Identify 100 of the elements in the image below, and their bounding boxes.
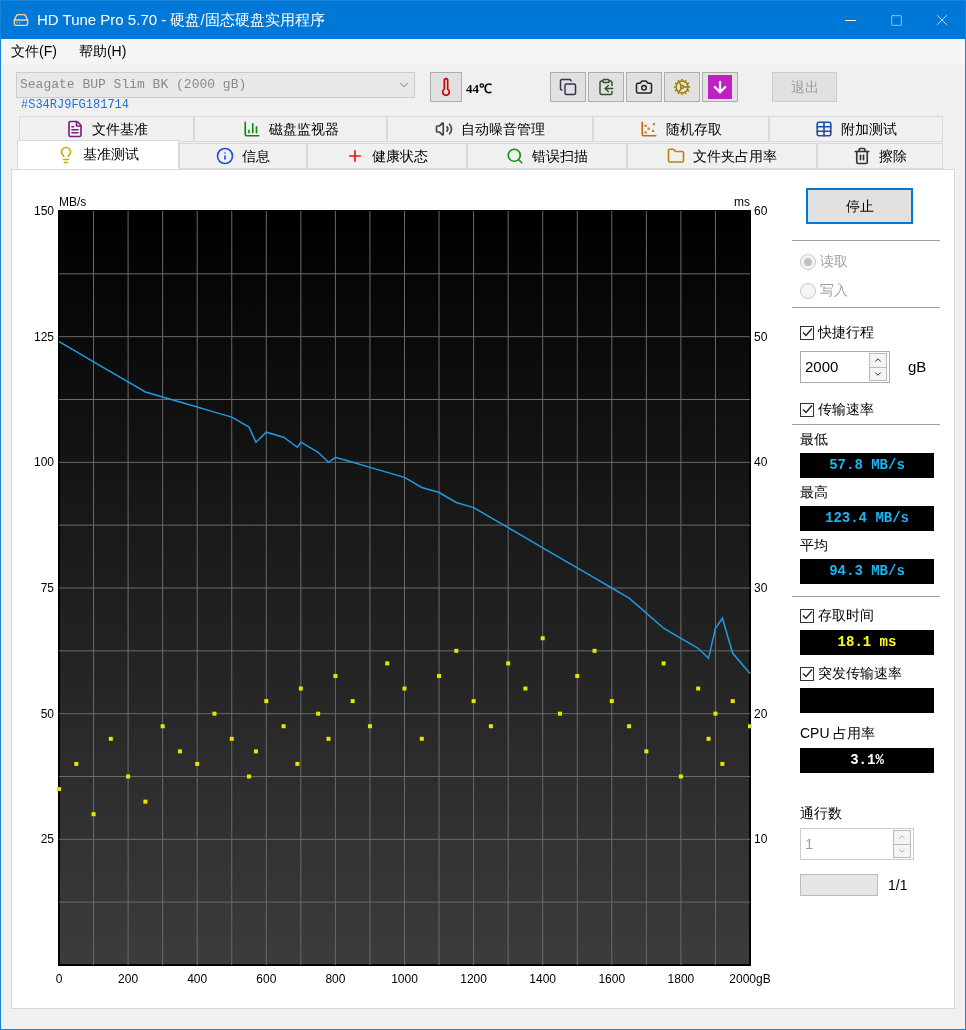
tab[interactable]: 健康状态 [307,143,467,169]
access-time-point [212,711,217,716]
access-time-point [298,686,303,691]
temperature-reading: 44℃ [466,80,492,98]
access-time-point [264,699,269,704]
access-time-point [506,661,511,666]
radio-button[interactable] [800,282,816,299]
gear-icon [673,78,691,96]
tab[interactable]: 信息 [179,143,307,169]
axis-label: 30 [754,581,768,595]
access-time-point [678,774,683,779]
maximize-icon [889,13,903,27]
checkbox[interactable] [800,666,814,681]
access-time-point [385,661,390,666]
checkbox-label: 突发传输速率 [818,664,902,683]
temperature-button[interactable] [430,72,462,102]
access-time-point [713,711,718,716]
access-time-point [720,761,725,766]
readout-label: 最低 [800,430,829,449]
axis-label: 50 [754,329,768,344]
access-time-point [454,648,459,653]
axis-label: 60 [754,204,768,218]
camera-icon [635,78,653,96]
unit-label: gB [908,356,927,377]
axis-label: 1000 [391,972,418,986]
readout-label: 最高 [800,483,829,502]
toolbar-button[interactable] [626,72,662,102]
access-time-point [523,686,528,691]
axis-label: 1200 [460,972,487,986]
clipboard-icon [597,78,615,96]
axis-label: 100 [33,455,54,470]
access-time-point [644,749,649,754]
toolbar-button[interactable] [550,72,586,102]
serial-number: #S34RJ9FG181714 [20,98,131,112]
tab[interactable]: 文件基准 [19,116,194,142]
checkbox-label: 传输速率 [818,400,874,419]
axis-label: 1400 [529,972,557,986]
scatter-icon [640,120,658,138]
checkbox[interactable] [800,402,814,417]
progress-count: 1/1 [888,875,908,895]
menu-item[interactable]: 帮助(H) [78,41,127,62]
radio-button[interactable] [800,253,816,270]
axis-label: 20 [754,706,768,721]
radio-label: 读取 [820,252,848,271]
axis-unit: ms [734,195,750,209]
tab[interactable]: 基准测试 [17,140,179,169]
axis-label: 200 [118,972,139,986]
readout-label: CPU 占用率 [800,724,877,743]
axis-unit: gB [756,972,771,986]
access-time-point [627,724,632,729]
axis-label: 25 [40,832,54,847]
info-icon [216,147,234,165]
access-time-point [160,724,165,729]
tab[interactable]: 磁盘监视器 [194,116,387,142]
tab[interactable]: 附加测试 [769,116,943,142]
stop-button[interactable]: 停止 [806,188,913,224]
checkbox[interactable] [800,608,814,623]
access-time-point [195,761,200,766]
axis-label: 800 [325,972,346,986]
app-icon [13,12,29,28]
checkbox-label: 存取时间 [818,606,874,625]
access-time-point [143,799,148,804]
magnifier-icon [506,147,524,165]
copy-icon [559,78,577,96]
access-time-point [126,774,131,779]
readout-display: 18.1 ms [800,630,934,655]
access-time-point [177,749,182,754]
access-time-point [488,724,493,729]
tab[interactable]: 自动噪音管理 [387,116,593,142]
tab[interactable]: 错误扫描 [467,143,627,169]
window-title: HD Tune Pro 5.70 - 硬盘/固态硬盘实用程序 [37,9,326,30]
checkbox[interactable] [800,325,814,340]
axis-label: 1600 [598,972,626,986]
access-time-point [558,711,562,716]
access-time-point [333,673,338,678]
access-time-point [91,812,96,817]
access-time-point [706,736,711,741]
access-time-point [326,736,331,741]
axis-label: 1800 [667,972,695,986]
axis-label: 150 [33,204,54,218]
tab[interactable]: 随机存取 [593,116,769,142]
access-time-point [247,774,252,779]
access-time-point [748,724,752,729]
tab[interactable]: 擦除 [817,143,943,169]
toolbar-button[interactable] [588,72,624,102]
access-time-point [316,711,321,716]
menu-item[interactable]: 文件(F) [11,41,57,62]
tab[interactable]: 文件夹占用率 [627,143,817,169]
document-icon [65,120,84,138]
axis-label: 75 [40,581,54,595]
access-time-point [281,724,286,729]
number-field[interactable]: 2000 [800,351,890,383]
access-time-point [57,787,61,792]
access-time-point [402,686,407,691]
passes-label: 通行数 [800,804,843,823]
access-time-point [661,661,666,666]
spin-buttons[interactable] [869,353,887,381]
axis-label: 40 [754,455,768,470]
access-time-point [253,749,258,754]
access-time-point [540,636,545,641]
